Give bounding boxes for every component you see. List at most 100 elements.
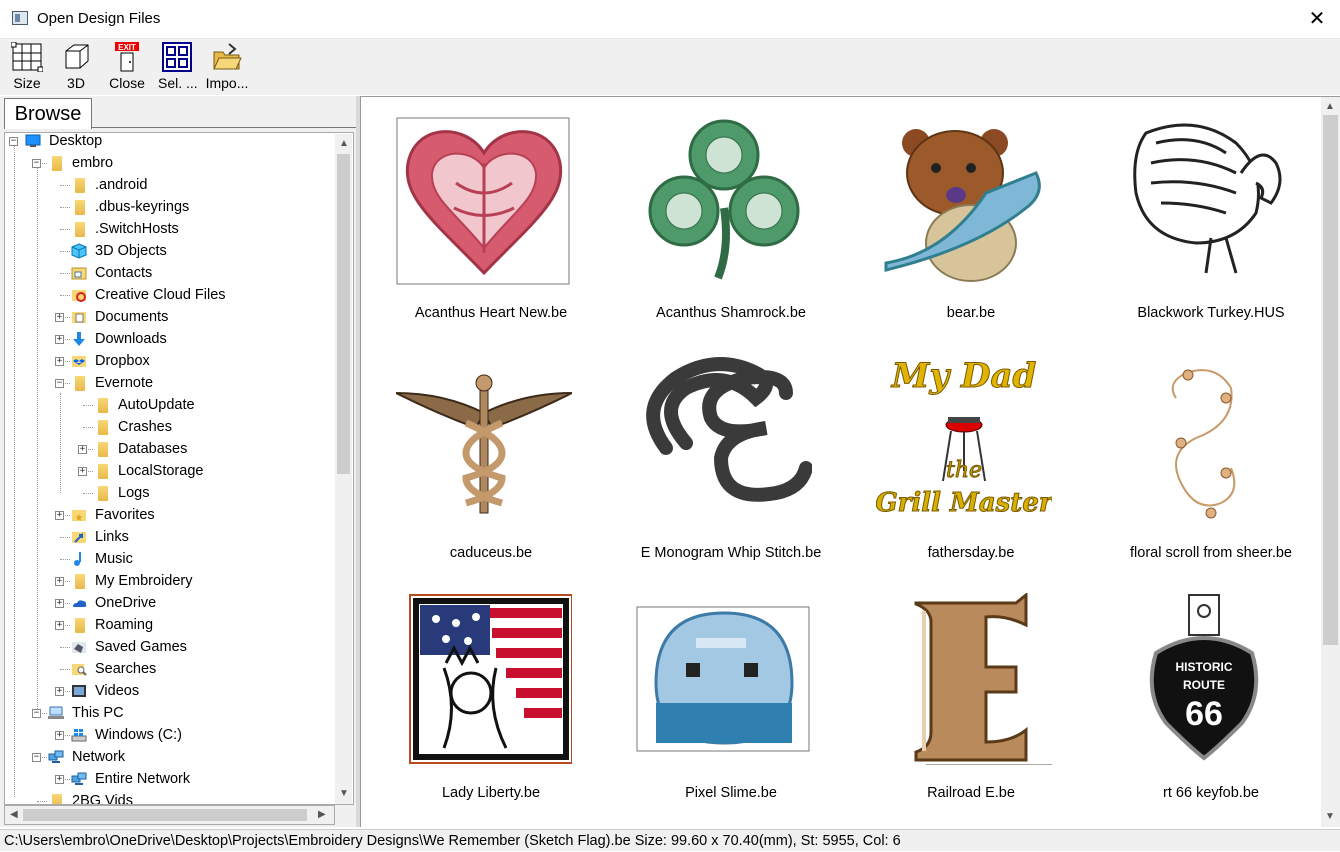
expand-icon[interactable]: + xyxy=(55,775,64,784)
tree-node[interactable]: + Dropbox xyxy=(5,350,335,372)
design-preview-keyfob: HISTORIC ROUTE 66 xyxy=(1116,593,1292,765)
tree-node[interactable]: + Videos xyxy=(5,680,335,702)
close-button[interactable]: EXIT Close xyxy=(107,42,147,91)
expand-icon[interactable]: + xyxy=(55,335,64,344)
design-thumbnail[interactable]: Pixel Slime.be xyxy=(611,581,831,811)
design-preview-scroll xyxy=(1116,353,1292,525)
grid-scroll-thumb[interactable] xyxy=(1323,115,1338,645)
design-filename: fathersday.be xyxy=(927,545,1015,561)
collapse-icon[interactable]: − xyxy=(9,137,18,146)
design-thumbnail[interactable]: floral scroll from sheer.be xyxy=(1091,341,1311,571)
3d-button[interactable]: 3D xyxy=(60,42,92,91)
scroll-up-arrow-icon[interactable]: ▲ xyxy=(339,138,349,149)
tree-node[interactable]: Contacts xyxy=(5,262,335,284)
design-thumbnail[interactable]: Acanthus Heart New.be xyxy=(371,101,591,331)
tree-node-label: Documents xyxy=(95,309,169,325)
select-button[interactable]: Sel. ... xyxy=(158,42,198,91)
design-thumbnail[interactable]: caduceus.be xyxy=(371,341,591,571)
tree-connector xyxy=(60,537,70,538)
tree-connector xyxy=(60,559,70,560)
size-button[interactable]: Size xyxy=(9,41,45,91)
tree-node[interactable]: − embro xyxy=(5,152,335,174)
tree-node[interactable]: + LocalStorage xyxy=(5,460,335,482)
tab-browse[interactable]: Browse xyxy=(4,98,92,129)
collapse-icon[interactable]: − xyxy=(55,379,64,388)
tree-horizontal-scrollbar[interactable]: ◀ ▶ xyxy=(4,805,335,825)
expand-icon[interactable]: + xyxy=(55,599,64,608)
close-label: Close xyxy=(109,75,145,91)
tree-node[interactable]: Logs xyxy=(5,482,335,504)
tree-node[interactable]: + Roaming xyxy=(5,614,335,636)
expand-icon[interactable]: + xyxy=(78,467,87,476)
tree-node-label: Crashes xyxy=(118,419,172,435)
tree-node[interactable]: .android xyxy=(5,174,335,196)
design-thumbnail[interactable]: Lady Liberty.be xyxy=(371,581,591,811)
tree-node[interactable]: + Databases xyxy=(5,438,335,460)
tree-node[interactable]: + My Embroidery xyxy=(5,570,335,592)
grid-scroll-down-arrow-icon[interactable]: ▼ xyxy=(1325,811,1335,822)
expand-icon[interactable]: + xyxy=(55,731,64,740)
this-pc-icon xyxy=(48,705,64,721)
tree-node[interactable]: + Entire Network xyxy=(5,768,335,790)
design-thumbnail[interactable]: E Monogram Whip Stitch.be xyxy=(611,341,831,571)
tree-vertical-scrollbar[interactable]: ▲ ▼ xyxy=(335,134,352,804)
tree-node[interactable]: .dbus-keyrings xyxy=(5,196,335,218)
tree-node[interactable]: Links xyxy=(5,526,335,548)
scroll-down-arrow-icon[interactable]: ▼ xyxy=(339,788,349,799)
tree-node[interactable]: Crashes xyxy=(5,416,335,438)
exit-door-icon: EXIT xyxy=(111,42,143,72)
close-window-button[interactable]: ✕ xyxy=(1294,0,1340,38)
expand-icon[interactable]: + xyxy=(55,577,64,586)
expand-icon[interactable]: + xyxy=(78,445,87,454)
tree-node[interactable]: AutoUpdate xyxy=(5,394,335,416)
tree-node[interactable]: 2BG Vids xyxy=(5,790,335,804)
tree-node[interactable]: − This PC xyxy=(5,702,335,724)
expand-icon[interactable]: + xyxy=(55,621,64,630)
expand-icon[interactable]: + xyxy=(55,357,64,366)
design-thumbnail[interactable]: My Dad the Grill Master fathersday.be xyxy=(851,341,1071,571)
size-label: Size xyxy=(13,75,41,91)
tree-node[interactable]: Creative Cloud Files xyxy=(5,284,335,306)
tree-node[interactable]: .SwitchHosts xyxy=(5,218,335,240)
folder-icon xyxy=(75,200,85,215)
tree-node[interactable]: Searches xyxy=(5,658,335,680)
grid-vertical-scrollbar[interactable]: ▲ ▼ xyxy=(1321,97,1340,827)
tree-node-label: .android xyxy=(95,177,148,193)
collapse-icon[interactable]: − xyxy=(32,159,41,168)
tree-node-label: Searches xyxy=(95,661,157,677)
tree-node[interactable]: + OneDrive xyxy=(5,592,335,614)
tree-node[interactable]: + Downloads xyxy=(5,328,335,350)
tree-node[interactable]: 3D Objects xyxy=(5,240,335,262)
tree-node-label: Videos xyxy=(95,683,140,699)
design-thumbnail-grid: HISTORIC ROUTE 66 rt 66 keyfob.be Railroad E… xyxy=(360,96,1340,827)
folder-tree[interactable]: 2BG Vids + Entire Network − Network + Windows … xyxy=(4,132,354,805)
tree-node-label: OneDrive xyxy=(95,595,157,611)
design-thumbnail[interactable]: HISTORIC ROUTE 66 rt 66 keyfob.be xyxy=(1091,581,1311,811)
tree-node[interactable]: + Documents xyxy=(5,306,335,328)
scroll-left-arrow-icon[interactable]: ◀ xyxy=(10,809,18,820)
tree-scroll-thumb[interactable] xyxy=(337,154,350,474)
import-button[interactable]: Impo... xyxy=(204,42,250,91)
scroll-right-arrow-icon[interactable]: ▶ xyxy=(318,809,326,820)
tree-hscroll-thumb[interactable] xyxy=(23,809,307,821)
tree-node[interactable]: − Desktop xyxy=(5,133,335,152)
design-thumbnail[interactable]: Blackwork Turkey.HUS xyxy=(1091,101,1311,331)
design-thumbnail[interactable]: Acanthus Shamrock.be xyxy=(611,101,831,331)
tree-connector xyxy=(83,405,93,406)
tree-node[interactable]: Music xyxy=(5,548,335,570)
expand-icon[interactable]: + xyxy=(55,511,64,520)
tree-node[interactable]: + Windows (C:) xyxy=(5,724,335,746)
favorites-icon: ★ xyxy=(71,507,87,524)
grid-scroll-up-arrow-icon[interactable]: ▲ xyxy=(1325,101,1335,112)
tab-strip: Browse xyxy=(0,96,356,130)
collapse-icon[interactable]: − xyxy=(32,709,41,718)
design-thumbnail[interactable]: bear.be xyxy=(851,101,1071,331)
design-thumbnail[interactable]: Railroad E.be xyxy=(851,581,1071,811)
expand-icon[interactable]: + xyxy=(55,687,64,696)
tree-node[interactable]: Saved Games xyxy=(5,636,335,658)
collapse-icon[interactable]: − xyxy=(32,753,41,762)
tree-node[interactable]: + ★ Favorites xyxy=(5,504,335,526)
expand-icon[interactable]: + xyxy=(55,313,64,322)
tree-node[interactable]: − Network xyxy=(5,746,335,768)
tree-node[interactable]: − Evernote xyxy=(5,372,335,394)
